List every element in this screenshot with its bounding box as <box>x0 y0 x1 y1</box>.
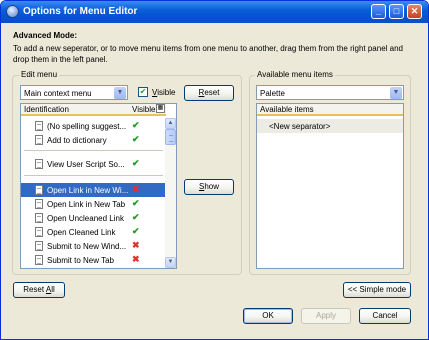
list-item[interactable]: Open Cleaned Link ✔ <box>21 225 166 239</box>
chevron-down-icon[interactable]: ▼ <box>114 87 126 99</box>
list-item-label: Open Cleaned Link <box>47 228 116 237</box>
menu-item-icon <box>35 199 43 209</box>
visible-check-icon[interactable]: ✔ <box>132 226 140 237</box>
title-bar[interactable]: Options for Menu Editor _ □ ✕ <box>1 1 428 23</box>
maximize-button[interactable]: □ <box>389 4 404 19</box>
cancel-button[interactable]: Cancel <box>359 308 411 324</box>
advanced-mode-heading: Advanced Mode: <box>13 31 78 40</box>
show-accesskey: S <box>198 182 205 191</box>
simple-mode-button[interactable]: << Simple mode <box>343 282 411 298</box>
visible-accesskey: V <box>152 88 158 97</box>
list-separator <box>24 175 163 176</box>
list-item-label: Open Link in New Tab <box>47 200 126 209</box>
show-button[interactable]: Show <box>184 179 234 195</box>
menu-item-icon <box>35 185 43 195</box>
reset-accesskey: R <box>198 88 205 97</box>
edit-menu-label: Edit menu <box>19 70 60 79</box>
intro-text-line1: To add a new seperator, or to move menu … <box>13 44 403 53</box>
menu-item-icon <box>35 213 43 223</box>
list-item-selected[interactable]: Open Link in New Wi... ✖ <box>21 183 166 197</box>
list-item-label: (No spelling suggest... <box>47 122 127 131</box>
visible-check-icon[interactable]: ✔ <box>132 120 140 131</box>
list-item[interactable]: View User Script So... ✔ <box>21 157 166 171</box>
reset-all-button[interactable]: Reset All <box>13 282 65 298</box>
visible-check-icon[interactable]: ✔ <box>132 134 140 145</box>
available-items-list[interactable]: Available items <New separator> <box>256 103 404 269</box>
menu-item-icon <box>35 255 43 265</box>
reset-all-accesskey: A <box>45 285 52 294</box>
list-item-label: Open Uncleaned Link <box>47 214 124 223</box>
available-list-header: Available items <box>257 104 403 116</box>
available-items-label: Available menu items <box>255 70 335 79</box>
list-header: Identification Visible ▦ <box>21 104 166 116</box>
options-dialog: Options for Menu Editor _ □ ✕ Advanced M… <box>0 0 429 340</box>
palette-select-value: Palette <box>260 89 285 98</box>
list-item-label: Open Link in New Wi... <box>47 186 129 195</box>
list-item[interactable]: Open Link in New Tab ✔ <box>21 197 166 211</box>
list-item[interactable]: Add to dictionary ✔ <box>21 133 166 147</box>
list-item[interactable]: Submit to New Wind... ✖ <box>21 239 166 253</box>
palette-select[interactable]: Palette ▼ <box>256 85 404 100</box>
visible-column-header[interactable]: Visible <box>132 105 155 114</box>
menu-select-value: Main context menu <box>24 89 92 98</box>
scroll-down-icon[interactable]: ▼ <box>165 257 176 268</box>
list-scrollbar[interactable]: ▲ ▼ <box>165 118 176 268</box>
minimize-button[interactable]: _ <box>371 4 386 19</box>
hidden-cross-icon[interactable]: ✖ <box>132 240 140 251</box>
visible-checkbox[interactable]: ✔ <box>138 87 148 97</box>
visible-check-icon[interactable]: ✔ <box>132 158 140 169</box>
hidden-cross-icon[interactable]: ✖ <box>132 254 140 265</box>
list-item[interactable]: Open Uncleaned Link ✔ <box>21 211 166 225</box>
column-picker-icon[interactable]: ▦ <box>156 104 165 113</box>
list-item[interactable]: (No spelling suggest... ✔ <box>21 119 166 133</box>
apply-button[interactable]: Apply <box>301 308 351 324</box>
visible-check-icon[interactable]: ✔ <box>132 198 140 209</box>
identification-column-header[interactable]: Identification <box>24 105 69 114</box>
window-title: Options for Menu Editor <box>23 6 138 17</box>
edit-menu-list[interactable]: Identification Visible ▦ (No spelling su… <box>20 103 177 269</box>
available-list-item[interactable]: <New separator> <box>257 119 403 133</box>
close-button[interactable]: ✕ <box>407 4 422 19</box>
ok-button[interactable]: OK <box>243 308 293 324</box>
menu-item-icon <box>35 227 43 237</box>
list-item[interactable]: Submit to New Tab ✖ <box>21 253 166 267</box>
menu-select[interactable]: Main context menu ▼ <box>20 85 128 100</box>
visible-check-icon[interactable]: ✔ <box>132 212 140 223</box>
scroll-thumb[interactable] <box>165 129 176 145</box>
list-item-label: Submit to New Wind... <box>47 242 127 251</box>
list-item-label: View User Script So... <box>47 160 125 169</box>
visible-checkbox-label: Visible <box>152 88 176 97</box>
menu-item-icon <box>35 121 43 131</box>
menu-item-icon <box>35 159 43 169</box>
reset-button[interactable]: Reset <box>184 85 234 101</box>
list-separator <box>24 150 163 151</box>
app-icon <box>6 5 19 18</box>
new-separator-item: <New separator> <box>269 122 331 131</box>
intro-text-line2: drop them in the left panel. <box>13 55 108 64</box>
list-item-label: Submit to New Tab <box>47 256 114 265</box>
chevron-down-icon[interactable]: ▼ <box>390 87 402 99</box>
hidden-cross-icon[interactable]: ✖ <box>132 184 140 195</box>
menu-item-icon <box>35 241 43 251</box>
list-item-label: Add to dictionary <box>47 136 107 145</box>
menu-item-icon <box>35 135 43 145</box>
available-items-column-header[interactable]: Available items <box>260 105 314 114</box>
scroll-up-icon[interactable]: ▲ <box>165 118 176 129</box>
